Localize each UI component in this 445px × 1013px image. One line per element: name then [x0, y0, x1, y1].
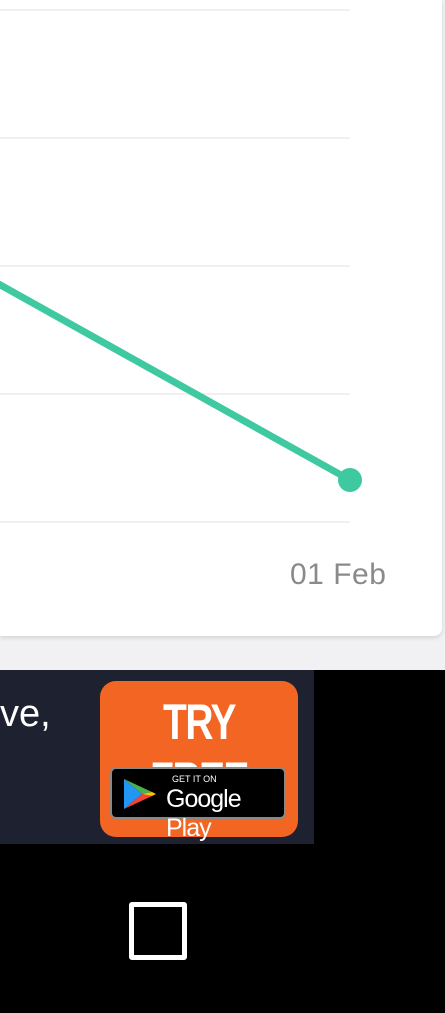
- chart-card: 01 Feb: [0, 0, 442, 636]
- google-play-icon: [124, 779, 156, 809]
- series-line: [0, 280, 354, 484]
- badge-small-text: GET IT ON: [172, 774, 217, 784]
- screen-background: 01 Feb: [0, 0, 445, 670]
- x-tick-label: 01 Feb: [290, 558, 387, 591]
- navigation-bar: [0, 844, 445, 1013]
- recents-square-icon[interactable]: [129, 902, 187, 960]
- badge-store-text: Google Play: [166, 785, 242, 842]
- series-group: [0, 280, 362, 492]
- try-free-button[interactable]: TRY FREE GET IT ON Google Play: [100, 681, 298, 842]
- grid-lines: [0, 9, 350, 523]
- data-point-01-feb[interactable]: [338, 468, 362, 492]
- google-play-badge[interactable]: GET IT ON Google Play: [110, 767, 286, 842]
- line-chart: [0, 9, 362, 523]
- ad-text: ve,: [0, 693, 51, 735]
